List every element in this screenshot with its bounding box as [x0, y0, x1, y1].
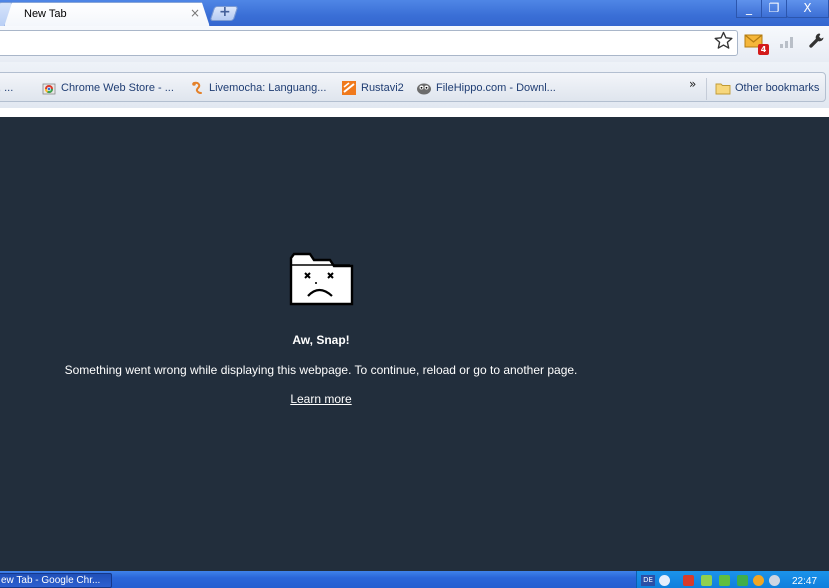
minimize-button[interactable]: _: [736, 0, 762, 18]
other-bookmarks-folder[interactable]: Other bookmarks: [715, 81, 819, 95]
bookmark-label: Livemocha: Languang...: [209, 82, 327, 94]
taskbar: ew Tab - Google Chr... DE 22:47: [0, 571, 829, 588]
bookmarks-overflow-chevron-icon[interactable]: »: [689, 77, 696, 91]
update-tray-icon[interactable]: [737, 575, 748, 586]
tab-close-icon[interactable]: ×: [190, 6, 200, 20]
bookmark-chrome-web-store[interactable]: Chrome Web Store - ...: [41, 81, 174, 95]
system-tray: DE 22:47: [636, 571, 829, 588]
language-indicator[interactable]: DE: [641, 575, 655, 586]
bookmark-label: , ...: [0, 82, 14, 94]
clock: 22:47: [792, 576, 818, 587]
media-tray-icon[interactable]: [753, 575, 764, 586]
toolbar: 4: [0, 26, 829, 62]
signal-bars-icon[interactable]: [779, 35, 795, 49]
learn-more-row: Learn more: [0, 392, 642, 406]
plus-icon: +: [219, 4, 231, 20]
bookmark-filehippo[interactable]: FileHippo.com - Downl...: [416, 81, 556, 95]
bookmark-label: FileHippo.com - Downl...: [436, 82, 556, 94]
wrench-icon[interactable]: [808, 32, 826, 50]
bookmarks-separator: [706, 78, 707, 100]
bookmark-livemocha[interactable]: Livemocha: Languang...: [189, 81, 326, 95]
taskbar-chrome-button[interactable]: ew Tab - Google Chr...: [0, 573, 112, 588]
other-bookmarks-label: Other bookmarks: [735, 82, 820, 94]
antivirus-tray-icon[interactable]: [683, 575, 694, 586]
close-window-button[interactable]: X: [786, 0, 829, 18]
content-top-border: [0, 108, 829, 117]
bookmark-rustavi2[interactable]: Rustavi2: [341, 81, 404, 95]
bookmark-item[interactable]: , ...: [0, 81, 13, 95]
network-signal-tray-icon[interactable]: [719, 575, 730, 586]
sad-tab-page: Aw, Snap! Something went wrong while dis…: [0, 117, 829, 571]
bookmark-label: Chrome Web Store - ...: [61, 82, 174, 94]
title-bar: New Tab × + _ ❐ X: [0, 0, 829, 27]
chat-tray-icon[interactable]: [701, 575, 712, 586]
rustavi2-icon: [342, 81, 356, 95]
livemocha-icon: [192, 81, 202, 94]
star-icon[interactable]: [714, 31, 733, 50]
mail-count-badge: 4: [758, 44, 769, 55]
chrome-web-store-icon: [42, 83, 56, 95]
help-tray-icon[interactable]: [769, 575, 780, 586]
tab-new-tab[interactable]: New Tab ×: [4, 2, 210, 27]
sad-tab-title: Aw, Snap!: [292, 333, 350, 347]
bookmarks-bar: , ... Chrome Web Store - ... Livemocha: …: [0, 62, 829, 108]
filehippo-icon: [417, 83, 431, 95]
address-bar[interactable]: [0, 30, 738, 56]
bookmark-label: Rustavi2: [361, 82, 404, 94]
sad-folder-icon: [289, 252, 354, 306]
sad-tab-message: Something went wrong while displaying th…: [64, 363, 578, 377]
maximize-button[interactable]: ❐: [761, 0, 787, 18]
back-arrow-tray-icon[interactable]: [659, 575, 670, 586]
folder-icon: [715, 83, 731, 95]
learn-more-link[interactable]: Learn more: [290, 392, 351, 406]
tab-title: New Tab: [24, 8, 67, 20]
